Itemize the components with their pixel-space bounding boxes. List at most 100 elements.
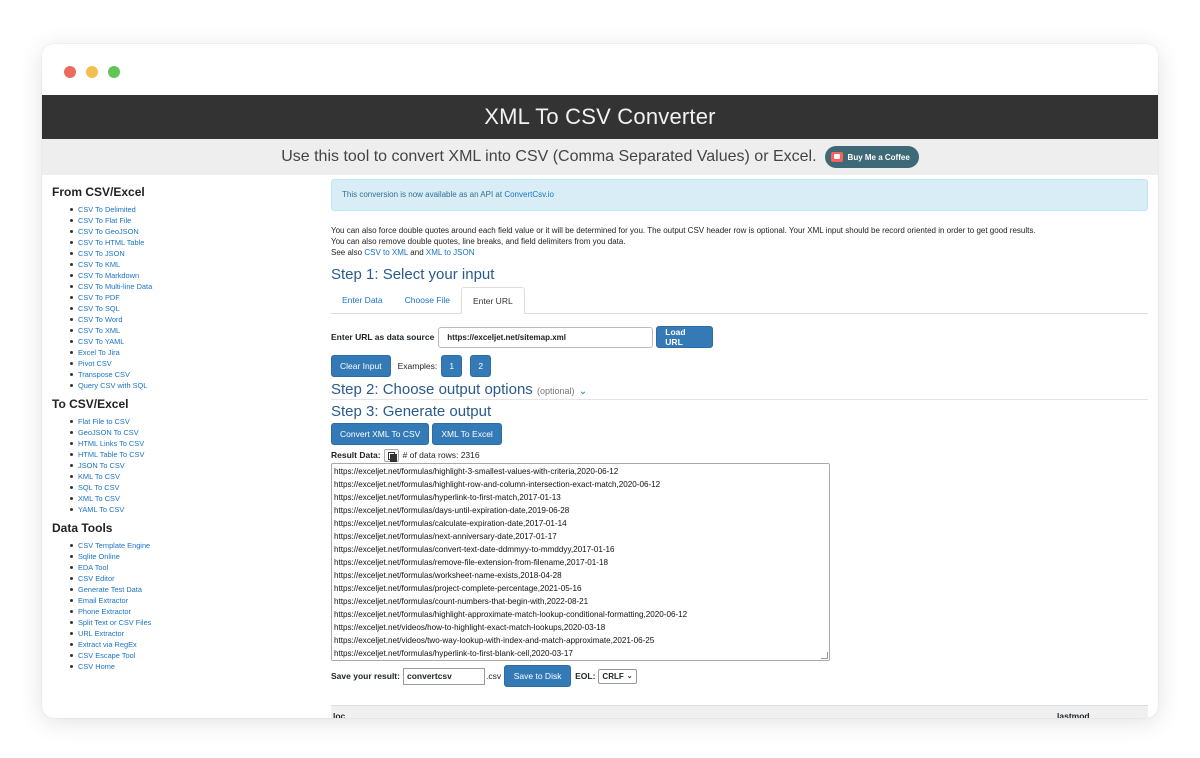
output-line: https://exceljet.net/formulas/remove-fil… xyxy=(334,558,608,567)
sidebar-link[interactable]: CSV To YAML xyxy=(69,336,322,347)
sidebar-heading: Data Tools xyxy=(52,521,113,535)
result-textarea[interactable]: https://exceljet.net/formulas/highlight-… xyxy=(331,463,830,661)
eol-select[interactable]: CRLF ⌄ xyxy=(598,668,637,684)
sidebar-link[interactable]: Transpose CSV xyxy=(69,369,322,380)
maximize-window-button[interactable] xyxy=(108,66,120,78)
tab-enter-url[interactable]: Enter URL xyxy=(461,287,525,314)
sidebar-heading: From CSV/Excel xyxy=(52,185,145,199)
step2-heading[interactable]: Step 2: Choose output options (optional)… xyxy=(331,380,1148,400)
sidebar-link[interactable]: YAML To CSV xyxy=(69,504,322,515)
api-alert: This conversion is now available as an A… xyxy=(331,179,1148,211)
url-input[interactable]: https://exceljet.net/sitemap.xml xyxy=(438,326,654,348)
close-window-button[interactable] xyxy=(64,66,76,78)
clear-row: Clear Input Examples: 1 2 xyxy=(331,355,1148,377)
intro-line: You can also remove double quotes, line … xyxy=(331,237,626,246)
resize-handle[interactable] xyxy=(821,652,828,659)
save-to-disk-button[interactable]: Save to Disk xyxy=(504,665,572,687)
sidebar-link[interactable]: HTML Links To CSV xyxy=(69,438,322,449)
sidebar-link[interactable]: KML To CSV xyxy=(69,471,322,482)
sidebar-link[interactable]: CSV To Markdown xyxy=(69,270,322,281)
sidebar-link[interactable]: Query CSV with SQL xyxy=(69,380,322,391)
sidebar-link[interactable]: CSV To Word xyxy=(69,314,322,325)
sidebar-link[interactable]: CSV Editor xyxy=(69,573,322,584)
examples-label: Examples: xyxy=(397,361,438,371)
step3-heading: Step 3: Generate output xyxy=(331,403,492,420)
eol-value: CRLF xyxy=(602,671,624,681)
sidebar-link[interactable]: CSV Escape Tool xyxy=(69,650,322,661)
and-text: and xyxy=(408,248,426,257)
sidebar-link[interactable]: CSV Template Engine xyxy=(69,540,322,551)
output-line: https://exceljet.net/videos/how-to-highl… xyxy=(334,623,606,632)
step1-heading: Step 1: Select your input xyxy=(331,266,495,283)
sidebar-link[interactable]: GeoJSON To CSV xyxy=(69,427,322,438)
sidebar-link[interactable]: SQL To CSV xyxy=(69,482,322,493)
sidebar-link[interactable]: EDA Tool xyxy=(69,562,322,573)
intro-line: You can also force double quotes around … xyxy=(331,226,1036,235)
sidebar-link[interactable]: Email Extractor xyxy=(69,595,322,606)
convert-to-csv-button[interactable]: Convert XML To CSV xyxy=(331,423,430,445)
output-line: https://exceljet.net/formulas/hyperlink-… xyxy=(334,649,573,658)
browser-window: XML To CSV Converter Use this tool to co… xyxy=(42,44,1158,718)
sidebar-link[interactable]: Generate Test Data xyxy=(69,584,322,595)
sidebar-link[interactable]: CSV To KML xyxy=(69,259,322,270)
load-url-button[interactable]: Load URL xyxy=(656,326,714,348)
result-row: Result Data: # of data rows: 2316 xyxy=(331,448,1148,462)
step2-optional: (optional) xyxy=(536,386,575,396)
minimize-window-button[interactable] xyxy=(86,66,98,78)
sidebar-link[interactable]: CSV To GeoJSON xyxy=(69,226,322,237)
sidebar-link[interactable]: CSV To Multi-line Data xyxy=(69,281,322,292)
sidebar-link[interactable]: CSV To Delimited xyxy=(69,204,322,215)
output-line: https://exceljet.net/formulas/highlight-… xyxy=(334,467,619,476)
output-line: https://exceljet.net/formulas/worksheet-… xyxy=(334,571,562,580)
see-also-label: See also xyxy=(331,248,365,257)
convert-to-excel-button[interactable]: XML To Excel xyxy=(432,423,502,445)
sidebar-link[interactable]: Extract via RegEx xyxy=(69,639,322,650)
row-count: # of data rows: 2316 xyxy=(402,450,480,460)
step2-title: Step 2: Choose output options xyxy=(331,381,533,398)
sidebar-link[interactable]: JSON To CSV xyxy=(69,460,322,471)
sidebar-link[interactable]: Flat File to CSV xyxy=(69,416,322,427)
table-header-lastmod: lastmod xyxy=(1057,710,1090,719)
sidebar-link[interactable]: XML To CSV xyxy=(69,493,322,504)
result-label: Result Data: xyxy=(331,450,381,460)
intro-text: You can also force double quotes around … xyxy=(331,225,1148,258)
sidebar-link[interactable]: CSV To SQL xyxy=(69,303,322,314)
example-1-button[interactable]: 1 xyxy=(441,355,463,377)
sidebar-link[interactable]: CSV To XML xyxy=(69,325,322,336)
output-line: https://exceljet.net/formulas/next-anniv… xyxy=(334,532,557,541)
example-2-button[interactable]: 2 xyxy=(470,355,492,377)
csv-to-xml-link[interactable]: CSV to XML xyxy=(364,248,408,257)
sidebar-link[interactable]: HTML Table To CSV xyxy=(69,449,322,460)
sidebar-link[interactable]: Pivot CSV xyxy=(69,358,322,369)
filename-input[interactable]: convertcsv xyxy=(402,667,485,685)
sidebar-link[interactable]: CSV Home xyxy=(69,661,322,672)
coffee-label: Buy Me a Coffee xyxy=(847,152,910,162)
sidebar-link[interactable]: CSV To JSON xyxy=(69,248,322,259)
url-label: Enter URL as data source xyxy=(331,332,435,342)
sidebar-link[interactable]: Excel To Jira xyxy=(69,347,322,358)
tab-enter-data[interactable]: Enter Data xyxy=(331,287,394,314)
tab-choose-file[interactable]: Choose File xyxy=(394,287,461,314)
sidebar-link[interactable]: URL Extractor xyxy=(69,628,322,639)
api-link[interactable]: ConvertCsv.io xyxy=(504,190,554,199)
generate-buttons: Convert XML To CSV XML To Excel xyxy=(331,423,1148,445)
window-titlebar xyxy=(42,44,1158,95)
url-row: Enter URL as data source https://excelje… xyxy=(331,326,1148,348)
sidebar-link[interactable]: CSV To HTML Table xyxy=(69,237,322,248)
save-label: Save your result: xyxy=(331,671,400,681)
file-extension: .csv xyxy=(485,671,502,681)
xml-to-json-link[interactable]: XML to JSON xyxy=(426,248,475,257)
sidebar-link[interactable]: Split Text or CSV Files xyxy=(69,617,322,628)
save-row: Save your result: convertcsv .csv Save t… xyxy=(331,665,1148,687)
coffee-cup-icon xyxy=(830,152,843,162)
sidebar-link[interactable]: CSV To Flat File xyxy=(69,215,322,226)
clear-input-button[interactable]: Clear Input xyxy=(331,355,391,377)
sidebar-link[interactable]: CSV To PDF xyxy=(69,292,322,303)
copy-icon[interactable] xyxy=(383,448,399,462)
page-subtitle: Use this tool to convert XML into CSV (C… xyxy=(281,148,817,165)
see-also-line: See also CSV to XML and XML to JSON xyxy=(331,247,1148,258)
buy-me-a-coffee-button[interactable]: Buy Me a Coffee xyxy=(824,146,919,168)
sidebar-link[interactable]: Phone Extractor xyxy=(69,606,322,617)
chevron-down-icon: ⌄ xyxy=(626,673,633,680)
sidebar-link[interactable]: Sqlite Online xyxy=(69,551,322,562)
